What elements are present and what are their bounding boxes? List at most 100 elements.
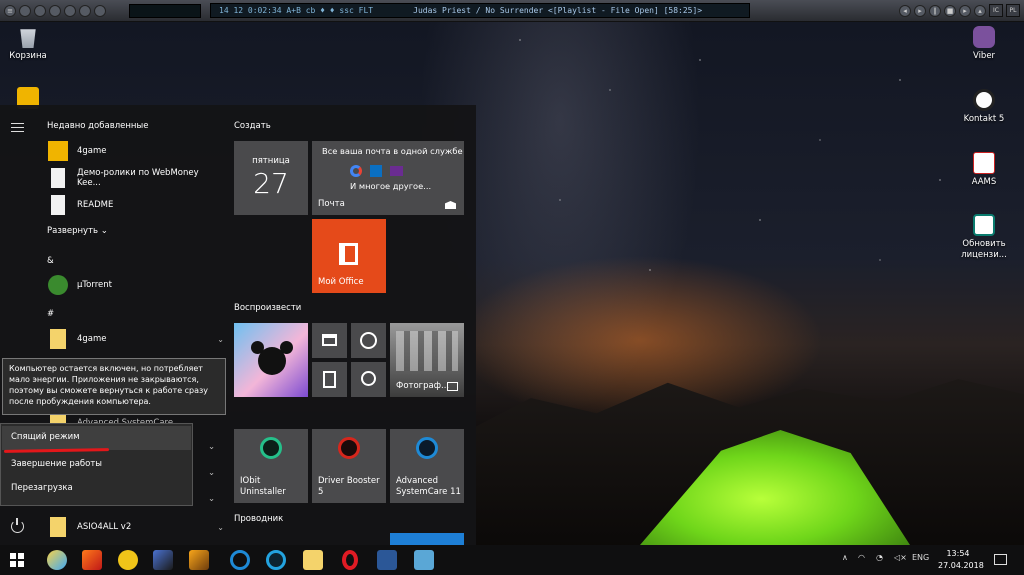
section-letter-hash[interactable]: #: [47, 309, 54, 319]
driver-booster-tile[interactable]: Driver Booster 5: [312, 429, 386, 503]
player-next-button[interactable]: ▸: [959, 4, 971, 17]
word-icon[interactable]: [377, 550, 397, 570]
google-icon: [350, 165, 362, 177]
list-item[interactable]: 4game ⌄: [48, 328, 224, 350]
player-button-4[interactable]: [64, 4, 76, 17]
desktop-aams[interactable]: AAMS: [954, 152, 1014, 188]
aams-icon: [973, 152, 995, 174]
app-label: README: [77, 200, 114, 210]
player-button-5[interactable]: [79, 4, 91, 17]
disney-tile[interactable]: [234, 323, 308, 397]
calendar-day: пятница: [252, 156, 290, 166]
list-item[interactable]: README: [48, 194, 224, 216]
hamburger-menu-icon[interactable]: [11, 123, 24, 132]
office-icon: [339, 243, 358, 265]
fruity-loops-icon[interactable]: [189, 550, 209, 570]
player-button-6[interactable]: [94, 4, 106, 17]
system-clock[interactable]: 13:54 27.04.2018: [938, 548, 984, 572]
mail-tile[interactable]: Все ваша почта в одной службе И многое д…: [312, 141, 464, 215]
chevron-down-icon[interactable]: ⌄: [208, 468, 215, 478]
desktop-icon-label: Kontakt 5: [963, 114, 1005, 124]
player-play-button[interactable]: ▸: [914, 4, 926, 17]
app-icon-circle[interactable]: [266, 550, 286, 570]
chevron-down-icon[interactable]: ⌄: [208, 442, 215, 452]
chevron-down-icon[interactable]: ⌄: [208, 494, 215, 504]
photos-tile[interactable]: Фотограф...: [390, 323, 464, 397]
license-icon: [973, 214, 995, 236]
windows-start-icon[interactable]: [10, 553, 24, 567]
driver-booster-icon: [338, 437, 360, 459]
clock-time: 13:54: [946, 549, 970, 558]
group-header-explorer: Проводник: [234, 514, 284, 524]
group-header-play: Воспроизвести: [234, 303, 302, 313]
file-explorer-icon[interactable]: [303, 550, 323, 570]
tiles-area: Создать пятница 27 Все ваша почта в одно…: [226, 105, 476, 545]
wifi-icon[interactable]: ◔: [876, 553, 883, 562]
folder-icon: [50, 517, 66, 537]
movies-tile[interactable]: [312, 323, 347, 358]
opera-icon[interactable]: [342, 550, 358, 570]
volume-muted-icon[interactable]: ◁×: [894, 553, 907, 562]
advanced-systemcare-tile[interactable]: Advanced SystemCare 11: [390, 429, 464, 503]
iobit-uninstaller-tile[interactable]: IObit Uninstaller: [234, 429, 308, 503]
section-letter-amp[interactable]: &: [47, 256, 54, 266]
camera-tile[interactable]: [351, 362, 386, 397]
restart-menu-item[interactable]: Перезагрузка: [11, 483, 73, 493]
sleep-menu-item[interactable]: Спящий режим: [11, 432, 80, 442]
chevron-down-icon[interactable]: ⌄: [217, 335, 224, 344]
webcam-icon: [361, 371, 376, 386]
app-icon-yellow[interactable]: [118, 550, 138, 570]
tray-chevron-up-icon[interactable]: ∧: [842, 553, 848, 562]
player-ic-button[interactable]: IC: [989, 4, 1003, 17]
player-stop-button[interactable]: ■: [944, 4, 956, 17]
app-label: ASIO4ALL v2: [77, 522, 132, 532]
groove-tile[interactable]: [351, 323, 386, 358]
4game-icon: [48, 141, 68, 161]
player-display-info: 14 12 0:02:34 A+B cb ♦ ♦ ssc FLT: [219, 6, 374, 15]
clock-date: 27.04.2018: [938, 561, 984, 570]
my-office-tile[interactable]: Мой Office: [312, 219, 386, 293]
player-button-2[interactable]: [34, 4, 46, 17]
chevron-down-icon[interactable]: ⌄: [217, 523, 224, 532]
power-icon[interactable]: [11, 518, 24, 533]
systemcare-taskbar-icon[interactable]: [230, 550, 250, 570]
language-indicator[interactable]: ENG: [912, 553, 929, 562]
sleep-tooltip: Компьютер остается включен, но потребляе…: [2, 358, 226, 415]
list-item[interactable]: µTorrent: [48, 274, 224, 296]
player-pause-button[interactable]: ∥: [929, 4, 941, 17]
app-icon-blue-wing[interactable]: [153, 550, 173, 570]
desktop-kontakt[interactable]: Kontakt 5: [954, 89, 1014, 125]
player-eject-button[interactable]: ▴: [974, 4, 986, 17]
explorer-tile[interactable]: [390, 533, 464, 545]
photo-icon: [447, 382, 458, 391]
list-item[interactable]: 4game: [48, 140, 224, 162]
app-icon-window[interactable]: [414, 550, 434, 570]
player-button-3[interactable]: [49, 4, 61, 17]
document-icon: [51, 168, 65, 188]
desktop-viber[interactable]: Viber: [954, 26, 1014, 62]
yahoo-mail-icon: [390, 166, 403, 176]
list-item[interactable]: Демо-ролики по WebMoney Kee...: [48, 167, 224, 189]
list-item[interactable]: ASIO4ALL v2 ⌄: [48, 516, 224, 538]
expand-button[interactable]: Развернуть ⌄: [47, 226, 108, 236]
recycle-bin-icon: [20, 29, 36, 48]
calendar-tile[interactable]: пятница 27: [234, 141, 308, 215]
calculator-tile[interactable]: [312, 362, 347, 397]
mail-more: И многое другое...: [350, 181, 432, 191]
player-button-1[interactable]: [19, 4, 31, 17]
power-menu: Спящий режим Завершение работы Перезагру…: [0, 423, 193, 506]
paint-icon[interactable]: [47, 550, 67, 570]
desktop-icon-label: AAMS: [971, 177, 997, 187]
film-icon: [322, 334, 337, 346]
desktop-recycle-bin[interactable]: Корзина: [0, 26, 58, 62]
notifications-icon[interactable]: [994, 554, 1007, 565]
player-pl-button[interactable]: PL: [1006, 4, 1020, 17]
calendar-date: 27: [253, 167, 289, 200]
shutdown-menu-item[interactable]: Завершение работы: [11, 459, 102, 469]
calculator-icon: [323, 371, 336, 388]
network-icon[interactable]: ◠: [858, 553, 865, 562]
fl-studio-icon[interactable]: [82, 550, 102, 570]
desktop-renew-license[interactable]: Обновить лицензи...: [954, 214, 1014, 261]
player-menu-button[interactable]: ≡: [4, 4, 16, 17]
player-prev-button[interactable]: ◂: [899, 4, 911, 17]
